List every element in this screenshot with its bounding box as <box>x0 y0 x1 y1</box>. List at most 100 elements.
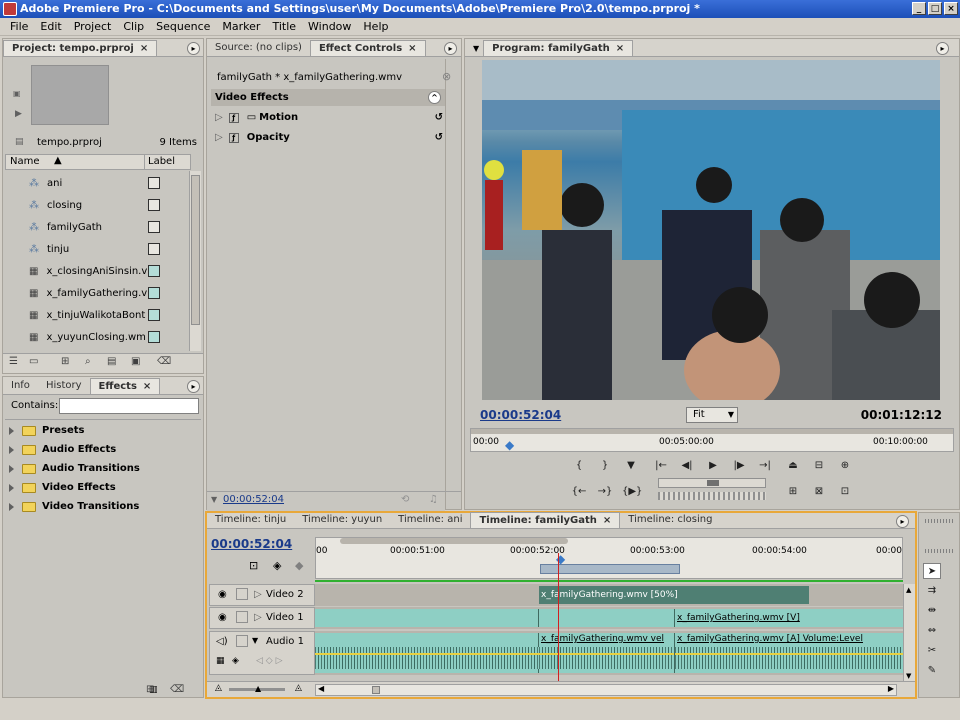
timeline-timecode[interactable]: 00:00:52:04 <box>211 537 292 551</box>
shuttle-slider[interactable] <box>658 478 766 488</box>
automate-icon[interactable]: ⊞ <box>61 356 69 367</box>
panel-menu-icon[interactable]: ▸ <box>444 42 457 55</box>
label-checkbox[interactable] <box>148 199 160 211</box>
close-icon[interactable]: × <box>143 381 151 392</box>
new-item-icon[interactable]: ▣ <box>131 356 140 367</box>
reset-icon[interactable]: ↺ <box>435 112 443 123</box>
tab-timeline-familygath[interactable]: Timeline: familyGath × <box>470 512 621 528</box>
column-name[interactable]: Name <box>10 156 40 167</box>
marker-icon[interactable]: ◆ <box>295 559 303 572</box>
effects-folder-video-transitions[interactable]: Video Transitions <box>3 497 203 516</box>
playhead-line[interactable] <box>558 553 559 683</box>
poster-frame-icon[interactable]: ▣ <box>13 89 21 98</box>
panel-menu-icon[interactable]: ▸ <box>187 380 200 393</box>
tab-source[interactable]: Source: (no clips) <box>207 40 310 56</box>
menu-clip[interactable]: Clip <box>117 20 150 33</box>
tab-project[interactable]: Project: tempo.prproj × <box>3 40 158 56</box>
program-video-frame[interactable] <box>482 60 940 400</box>
track-audio1[interactable]: x_familyGathering.wmv vel x_familyGather… <box>315 631 903 675</box>
fx-toggle-icon[interactable]: ƒ <box>228 132 239 143</box>
trim-icon[interactable]: ⊕ <box>836 458 854 474</box>
tab-effects[interactable]: Effects × <box>89 378 161 394</box>
project-item[interactable]: ▦ x_familyGathering.v <box>7 282 191 304</box>
label-checkbox[interactable] <box>148 177 160 189</box>
keyframe-icon[interactable]: ◈ <box>232 656 239 666</box>
tab-timeline-yuyun[interactable]: Timeline: yuyun <box>294 512 390 528</box>
project-item[interactable]: ⁂ familyGath <box>7 216 191 238</box>
scroll-thumb[interactable] <box>372 686 380 694</box>
scroll-down-icon[interactable]: ▼ <box>906 672 911 680</box>
label-checkbox[interactable] <box>148 331 160 343</box>
export-frame-icon[interactable]: ⊡ <box>836 484 854 500</box>
go-to-next-marker-icon[interactable]: →} <box>596 484 614 500</box>
zoom-thumb[interactable]: ▲ <box>255 684 261 693</box>
label-checkbox[interactable] <box>148 243 160 255</box>
menu-help[interactable]: Help <box>357 20 394 33</box>
timeline-ruler[interactable]: 00 00:00:51:00 00:00:52:00 00:00:53:00 0… <box>315 537 903 579</box>
project-item[interactable]: ▦ x_closingAniSinsin.v <box>7 260 191 282</box>
ripple-edit-icon[interactable]: ⇹ <box>923 603 941 619</box>
expand-icon[interactable]: ▷ <box>254 612 262 623</box>
scroll-left-icon[interactable]: ◀ <box>318 684 324 693</box>
panel-menu-icon[interactable]: ▸ <box>936 42 949 55</box>
project-scrollbar[interactable] <box>189 171 201 351</box>
label-checkbox[interactable] <box>148 265 160 277</box>
menu-sequence[interactable]: Sequence <box>150 20 216 33</box>
project-item[interactable]: ⁂ ani <box>7 172 191 194</box>
track-video2[interactable]: x_familyGathering.wmv [50%] <box>315 584 903 606</box>
track-select-icon[interactable]: ⇉ <box>923 583 941 599</box>
project-item[interactable]: ▦ x_tinjuWalikotaBont <box>7 304 191 326</box>
clip-v1[interactable]: x_familyGathering.wmv [V] <box>675 609 903 627</box>
clip-v1-prev[interactable] <box>315 609 539 627</box>
panel-menu-icon[interactable]: ▸ <box>896 515 909 528</box>
lock-icon[interactable] <box>236 588 248 600</box>
label-checkbox[interactable] <box>148 309 160 321</box>
close-icon[interactable]: × <box>408 43 416 54</box>
clip-v2[interactable]: x_familyGathering.wmv [50%] <box>539 586 809 604</box>
eye-icon[interactable]: ◉ <box>218 589 227 600</box>
label-checkbox[interactable] <box>148 287 160 299</box>
maximize-button[interactable]: □ <box>928 2 942 15</box>
collapse-icon[interactable]: ^ <box>428 91 441 104</box>
close-icon[interactable]: × <box>140 43 148 54</box>
selection-tool-icon[interactable]: ➤ <box>923 563 941 579</box>
effects-search-input[interactable] <box>59 398 199 414</box>
pen-icon[interactable]: ✎ <box>923 663 941 679</box>
set-marker-icon[interactable]: ◈ <box>273 559 281 572</box>
panel-grip[interactable] <box>925 549 955 553</box>
icon-view-icon[interactable]: ▭ <box>29 356 38 367</box>
volume-line[interactable] <box>315 653 539 655</box>
play-icon[interactable]: ▶ <box>704 458 722 474</box>
play-icon[interactable]: ▼ <box>211 495 217 504</box>
rate-stretch-icon[interactable]: ⇔ <box>923 623 941 639</box>
prev-keyframe-icon[interactable]: ◁ ◇ ▷ <box>256 656 283 666</box>
tab-program[interactable]: Program: familyGath × <box>483 40 634 56</box>
expand-icon[interactable] <box>9 502 14 511</box>
volume-line[interactable] <box>675 653 903 655</box>
output-icon[interactable]: ⊠ <box>810 484 828 500</box>
find-icon[interactable]: ⌕ <box>85 356 91 367</box>
go-to-out-icon[interactable]: →| <box>756 458 774 474</box>
scroll-thumb[interactable] <box>191 175 200 325</box>
lock-icon[interactable] <box>236 635 248 647</box>
zoom-slider[interactable]: ▲ <box>229 684 285 693</box>
clip-a1-left[interactable]: x_familyGathering.wmv vel <box>539 633 675 673</box>
clip-a1-prev[interactable] <box>315 633 539 673</box>
zoom-select[interactable]: Fit ▼ <box>686 407 738 423</box>
project-item[interactable]: ▦ x_yuyunClosing.wm <box>7 326 191 348</box>
clear-icon[interactable]: ⌫ <box>157 356 171 367</box>
menu-window[interactable]: Window <box>302 20 357 33</box>
expand-icon[interactable] <box>9 464 14 473</box>
go-to-in-icon[interactable]: |← <box>652 458 670 474</box>
label-checkbox[interactable] <box>148 221 160 233</box>
expand-icon[interactable]: ▷ <box>254 589 262 600</box>
menu-title[interactable]: Title <box>266 20 302 33</box>
effects-folder-audio-transitions[interactable]: Audio Transitions <box>3 459 203 478</box>
zoom-bar[interactable] <box>471 429 953 434</box>
list-view-icon[interactable]: ☰ <box>9 356 18 367</box>
set-in-icon[interactable]: { <box>570 458 588 474</box>
expand-icon[interactable]: ▷ <box>215 132 223 143</box>
program-time-ruler[interactable]: 00:00 00:05:00:00 00:10:00:00 ◆ <box>470 428 954 452</box>
program-current-timecode[interactable]: 00:00:52:04 <box>480 408 561 422</box>
speaker-icon[interactable]: ◁) <box>216 636 228 647</box>
